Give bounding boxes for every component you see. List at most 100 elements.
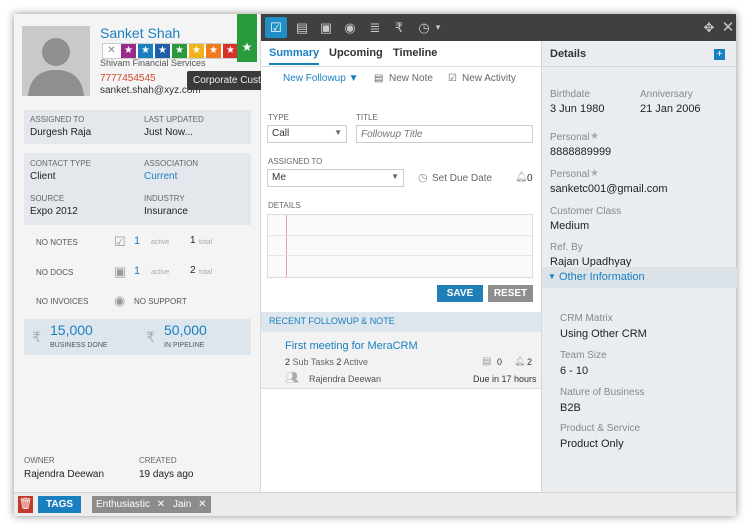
details-label: DETAILS	[268, 201, 301, 210]
tab-timeline[interactable]: Timeline	[393, 47, 437, 59]
created-label: CREATED	[139, 456, 177, 465]
docs-total-count[interactable]: 2	[190, 265, 196, 276]
owner-value[interactable]: Rajendra Deewan	[24, 469, 104, 480]
add-icon[interactable]: +	[714, 49, 725, 60]
star-icon[interactable]: ★	[590, 131, 599, 142]
tag-label: Enthusiastic	[96, 499, 150, 510]
industry-value[interactable]: Insurance	[144, 206, 188, 217]
corporate-ribbon[interactable]: ★	[237, 14, 257, 62]
contact-window: ☑ ▤ ▣ ◉ ≣ ₹ ◷ ▾ ✥ ✕ Sanket Shah Shivam F…	[14, 14, 739, 516]
star-icon[interactable]: ★	[206, 44, 221, 58]
birthdate-value[interactable]: 3 Jun 1980	[550, 103, 604, 115]
ruled-line	[268, 255, 532, 256]
contact-name[interactable]: Sanket Shah	[100, 25, 180, 41]
other-information-toggle[interactable]: ▼ Other Information	[542, 267, 737, 288]
contact-phone[interactable]: 7777454545	[100, 73, 156, 84]
source-value[interactable]: Expo 2012	[30, 206, 78, 217]
active-count: 2	[336, 357, 342, 367]
activity-pane: Summary Upcoming Timeline New Followup ▼…	[261, 41, 541, 492]
invoice-icon[interactable]: ≣	[364, 17, 386, 38]
customer-class-value[interactable]: Medium	[550, 220, 589, 232]
business-done-value[interactable]: 15,000	[50, 322, 93, 338]
alarm-count: 0	[527, 173, 533, 184]
notes-active-label: active	[151, 239, 170, 246]
details-textarea[interactable]	[267, 214, 533, 278]
tags-label[interactable]: TAGS	[38, 496, 82, 513]
product-value[interactable]: Product Only	[560, 438, 624, 450]
nature-value[interactable]: B2B	[560, 402, 581, 414]
team-size-label: Team Size	[560, 350, 607, 361]
new-followup-button[interactable]: New Followup ▼	[283, 73, 359, 84]
recent-item[interactable]: First meeting for MeraCRM 2 Sub Tasks 2 …	[261, 332, 541, 389]
docs-total-label: total	[199, 269, 213, 276]
notes-total-label: total	[199, 239, 213, 246]
support-icon[interactable]: ◉	[339, 17, 361, 38]
business-done-label: BUSINESS DONE	[50, 342, 108, 349]
star-icon[interactable]: ★	[189, 44, 204, 58]
margin-line	[286, 215, 287, 277]
crm-matrix-value[interactable]: Using Other CRM	[560, 328, 647, 340]
clear-rating-icon[interactable]: ✕	[104, 44, 119, 58]
team-size-value[interactable]: 6 - 10	[560, 365, 588, 377]
crm-matrix-label: CRM Matrix	[560, 313, 613, 324]
recent-header: RECENT FOLLOWUP & NOTE	[261, 312, 541, 332]
trash-icon[interactable]: 🗑︎	[18, 496, 33, 513]
assigned-select[interactable]: Me ▼	[267, 169, 404, 187]
person-silhouette-icon	[22, 26, 90, 96]
type-select[interactable]: Call ▼	[267, 125, 347, 143]
rupee-icon: ₹	[146, 329, 155, 345]
rating-stars[interactable]: ✕ ★ ★ ★ ★ ★ ★ ★	[102, 43, 240, 59]
notes-active-count[interactable]: 1	[134, 235, 140, 247]
new-note-button[interactable]: New Note	[389, 73, 433, 84]
personal2-value[interactable]: sanketc001@gmail.com	[550, 183, 668, 195]
star-icon[interactable]: ★	[172, 44, 187, 58]
dropdown-icon[interactable]: ▾	[433, 17, 443, 38]
rupee-icon: ₹	[32, 329, 41, 345]
tag-item[interactable]: Jain ✕	[169, 496, 211, 513]
tab-upcoming[interactable]: Upcoming	[329, 47, 383, 59]
close-icon[interactable]: ✕	[198, 499, 206, 510]
chevron-down-icon: ▼	[334, 128, 342, 137]
history-icon[interactable]: ◷	[413, 17, 435, 38]
rupee-icon[interactable]: ₹	[388, 17, 410, 38]
assignment-block: ASSIGNED TO Durgesh Raja LAST UPDATED Ju…	[24, 110, 251, 144]
close-icon[interactable]: ✕	[717, 17, 739, 38]
checklist-icon[interactable]: ☑	[265, 17, 287, 38]
association-value[interactable]: Current	[144, 171, 177, 182]
star-icon[interactable]: ★	[138, 44, 153, 58]
other-information-label: Other Information	[559, 271, 645, 283]
assigned-to-value[interactable]: Durgesh Raja	[30, 127, 91, 138]
birthdate-label: Birthdate	[550, 89, 591, 100]
source-label: SOURCE	[30, 194, 65, 203]
support-label: NO SUPPORT	[134, 297, 187, 306]
notes-total-count[interactable]: 1	[190, 235, 196, 246]
tag-item[interactable]: Enthusiastic ✕	[92, 496, 170, 513]
owner-label: OWNER	[24, 456, 55, 465]
recent-meta: 2 Sub Tasks 2 Active	[285, 357, 368, 367]
in-pipeline-value[interactable]: 50,000	[164, 322, 207, 338]
save-button[interactable]: SAVE	[437, 285, 483, 302]
anniversary-value[interactable]: 21 Jan 2006	[640, 103, 701, 115]
contact-type-value[interactable]: Client	[30, 171, 56, 182]
title-input[interactable]	[356, 125, 533, 143]
tag-label: Jain	[173, 499, 192, 510]
close-icon[interactable]: ✕	[157, 499, 165, 510]
reset-button[interactable]: RESET	[488, 285, 533, 302]
notes-icon[interactable]: ▤	[291, 17, 313, 38]
activity-tabs: Summary Upcoming Timeline	[261, 41, 541, 67]
personal1-value[interactable]: 8888889999	[550, 146, 611, 158]
set-due-date-button[interactable]: Set Due Date	[432, 173, 492, 184]
tab-summary[interactable]: Summary	[269, 47, 320, 65]
new-activity-button[interactable]: New Activity	[462, 73, 516, 84]
star-icon[interactable]: ★	[155, 44, 170, 58]
person-icon: 👥︎	[285, 372, 299, 384]
contact-email[interactable]: sanket.shah@xyz.com	[100, 85, 201, 96]
star-icon[interactable]: ★	[121, 44, 136, 58]
star-icon[interactable]: ★	[223, 44, 238, 58]
assigned-value: Me	[272, 172, 286, 183]
briefcase-icon[interactable]: ▣	[315, 17, 337, 38]
bell-icon[interactable]: 🔔︎	[515, 172, 528, 183]
star-icon[interactable]: ★	[590, 168, 599, 179]
docs-active-count[interactable]: 1	[134, 265, 140, 277]
recent-title[interactable]: First meeting for MeraCRM	[285, 340, 418, 352]
